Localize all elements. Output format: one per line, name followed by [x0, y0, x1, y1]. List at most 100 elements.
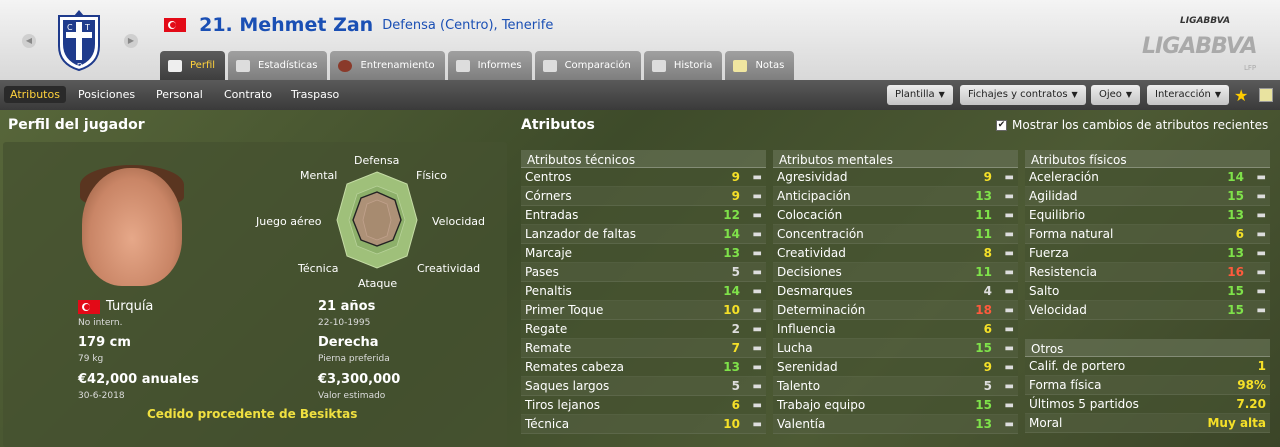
attribute-row[interactable]: Valentía 13 ▬ — [773, 415, 1018, 434]
attribute-change-icon: ▬ — [752, 266, 762, 278]
attribute-row[interactable]: Técnica 10 ▬ — [521, 415, 766, 434]
attribute-change-icon: ▬ — [1004, 361, 1014, 373]
attribute-row[interactable]: Pases 5 ▬ — [521, 263, 766, 282]
attribute-row[interactable]: Aceleración 14 ▬ — [1025, 168, 1270, 187]
loan-status[interactable]: Cedido procedente de Besiktas — [147, 407, 357, 421]
attribute-row[interactable]: Forma física 98% — [1025, 376, 1270, 395]
show-changes-checkbox[interactable]: ✔ — [996, 120, 1007, 131]
attribute-row[interactable]: Salto 15 ▬ — [1025, 282, 1270, 301]
attribute-row[interactable]: Marcaje 13 ▬ — [521, 244, 766, 263]
attribute-row[interactable]: Talento 5 ▬ — [773, 377, 1018, 396]
attribute-change-icon: ▬ — [1256, 209, 1266, 221]
attribute-row[interactable]: Córners 9 ▬ — [521, 187, 766, 206]
attribute-value: 9 — [983, 170, 992, 184]
attribute-row[interactable]: Agilidad 15 ▬ — [1025, 187, 1270, 206]
tab-notas[interactable]: Notas — [725, 51, 795, 80]
mental-attributes-panel: Atributos mentales Agresividad 9 ▬ Anticipa… — [773, 150, 1018, 434]
attribute-row[interactable]: Velocidad 15 ▬ — [1025, 301, 1270, 320]
attribute-row[interactable]: Remates cabeza 13 ▬ — [521, 358, 766, 377]
attribute-row[interactable]: Anticipación 13 ▬ — [773, 187, 1018, 206]
player-profile-panel — [3, 142, 507, 447]
button-label: Ojeo — [1099, 89, 1122, 100]
attribute-value: 98% — [1237, 378, 1266, 392]
favorite-star-icon[interactable]: ★ — [1234, 86, 1248, 105]
back-arrow-icon[interactable]: ◀ — [22, 34, 36, 48]
plantilla-dropdown[interactable]: Plantilla ▼ — [887, 85, 953, 105]
attribute-row[interactable]: Calif. de portero 1 — [1025, 357, 1270, 376]
attribute-row[interactable]: Saques largos 5 ▬ — [521, 377, 766, 396]
subnav-traspaso[interactable]: Traspaso — [291, 88, 339, 101]
tab-comparacion[interactable]: Comparación — [534, 51, 641, 80]
subnav-personal[interactable]: Personal — [156, 88, 203, 101]
attribute-value: 14 — [723, 227, 740, 241]
attribute-value: 5 — [731, 265, 740, 279]
attribute-row[interactable]: Últimos 5 partidos 7.20 — [1025, 395, 1270, 414]
attribute-row[interactable]: Lanzador de faltas 14 ▬ — [521, 225, 766, 244]
attribute-row[interactable]: Agresividad 9 ▬ — [773, 168, 1018, 187]
attribute-name: Salto — [1029, 284, 1060, 298]
attribute-change-icon: ▬ — [1256, 228, 1266, 240]
attribute-row[interactable]: Resistencia 16 ▬ — [1025, 263, 1270, 282]
attribute-row[interactable]: Primer Toque 10 ▬ — [521, 301, 766, 320]
attribute-change-icon: ▬ — [1256, 171, 1266, 183]
attribute-row[interactable]: Entradas 12 ▬ — [521, 206, 766, 225]
attribute-row[interactable]: Creatividad 8 ▬ — [773, 244, 1018, 263]
subnav-posiciones[interactable]: Posiciones — [78, 88, 135, 101]
attribute-value: 13 — [975, 189, 992, 203]
attribute-row[interactable]: Tiros lejanos 6 ▬ — [521, 396, 766, 415]
tab-informes[interactable]: Informes — [447, 51, 532, 80]
attribute-row[interactable]: Serenidad 9 ▬ — [773, 358, 1018, 377]
attributes-title: Atributos — [521, 117, 595, 133]
player-position-club[interactable]: Defensa (Centro), Tenerife — [382, 18, 553, 33]
attribute-row[interactable]: Centros 9 ▬ — [521, 168, 766, 187]
attribute-row[interactable]: Determinación 18 ▬ — [773, 301, 1018, 320]
contract-expiry: 30-6-2018 — [78, 391, 125, 401]
forward-arrow-icon[interactable]: ▶ — [124, 34, 138, 48]
attribute-row[interactable]: Lucha 15 ▬ — [773, 339, 1018, 358]
attribute-change-icon: ▬ — [752, 190, 762, 202]
attribute-row[interactable]: Desmarques 4 ▬ — [773, 282, 1018, 301]
tab-estadisticas[interactable]: Estadísticas — [228, 51, 328, 80]
subnav-atributos[interactable]: Atributos — [4, 86, 66, 103]
attribute-row[interactable]: Colocación 11 ▬ — [773, 206, 1018, 225]
attribute-row[interactable]: Regate 2 ▬ — [521, 320, 766, 339]
attribute-name: Técnica — [525, 417, 570, 431]
attribute-value: 13 — [975, 417, 992, 431]
attribute-name: Velocidad — [1029, 303, 1087, 317]
tab-historia[interactable]: Historia — [643, 51, 723, 80]
attribute-change-icon: ▬ — [1004, 304, 1014, 316]
attribute-row[interactable]: Forma natural 6 ▬ — [1025, 225, 1270, 244]
tab-entrenamiento[interactable]: Entrenamiento — [330, 51, 445, 80]
fichajes-dropdown[interactable]: Fichajes y contratos ▼ — [960, 85, 1086, 105]
attribute-row[interactable]: Penaltis 14 ▬ — [521, 282, 766, 301]
add-note-icon[interactable] — [1259, 88, 1273, 102]
attribute-row[interactable]: Concentración 11 ▬ — [773, 225, 1018, 244]
button-label: Plantilla — [895, 89, 935, 100]
attribute-name: Calif. de portero — [1029, 359, 1126, 373]
attribute-name: Resistencia — [1029, 265, 1097, 279]
attribute-value: 14 — [723, 284, 740, 298]
attribute-row[interactable]: Trabajo equipo 15 ▬ — [773, 396, 1018, 415]
attribute-value: 15 — [1227, 189, 1244, 203]
attribute-row[interactable]: Remate 7 ▬ — [521, 339, 766, 358]
attribute-change-icon: ▬ — [752, 399, 762, 411]
mental-attributes-list: Agresividad 9 ▬ Anticipación 13 ▬ Colocación 11… — [773, 168, 1018, 434]
attribute-row[interactable]: Moral Muy alta — [1025, 414, 1270, 433]
attribute-row[interactable]: Decisiones 11 ▬ — [773, 263, 1018, 282]
attribute-value: 1 — [1257, 359, 1266, 373]
ojeo-dropdown[interactable]: Ojeo ▼ — [1091, 85, 1141, 105]
attribute-change-icon: ▬ — [1004, 323, 1014, 335]
nationality[interactable]: Turquía — [106, 299, 153, 314]
tab-label: Informes — [477, 60, 522, 71]
nationality-flag-icon — [78, 300, 100, 314]
attribute-row[interactable]: Influencia 6 ▬ — [773, 320, 1018, 339]
attribute-row[interactable]: Fuerza 13 ▬ — [1025, 244, 1270, 263]
turkey-flag-icon — [164, 18, 186, 32]
attribute-value: 15 — [975, 398, 992, 412]
interaccion-dropdown[interactable]: Interacción ▼ — [1147, 85, 1229, 105]
attribute-change-icon: ▬ — [1256, 304, 1266, 316]
tab-perfil[interactable]: Perfil — [160, 51, 226, 80]
subnav-contrato[interactable]: Contrato — [224, 88, 272, 101]
svg-text:C: C — [67, 23, 73, 32]
attribute-row[interactable]: Equilibrio 13 ▬ — [1025, 206, 1270, 225]
